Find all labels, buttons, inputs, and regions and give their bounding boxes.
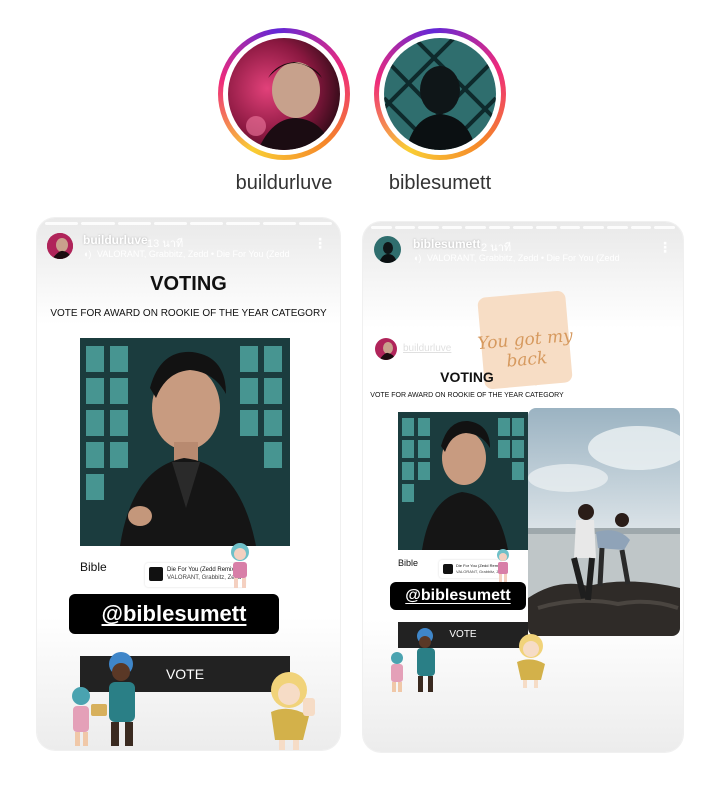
story-music[interactable]: VALORANT, Grabbitz, Zedd • Die For You (… [97,249,290,259]
candidate-name-label: Bible [398,558,419,568]
avatar-buildurluve [228,38,340,150]
story-card-buildurluve[interactable]: buildurluve 13 นาที ◖) VALORANT, Grabbit… [37,218,340,750]
sticker-blonde-girl-icon [509,632,559,693]
story-avatar[interactable] [374,236,401,263]
sticker-characters-icon [63,650,163,750]
sticker-girl-icon [225,540,255,595]
story-username[interactable]: buildurluve [83,233,148,247]
sticker-blonde-girl-icon [259,670,329,750]
music-waveform-icon [443,564,453,574]
more-vertical-icon[interactable]: ⋮ [658,240,672,254]
music-waveform-icon [149,567,163,581]
candidate-photo [398,412,528,550]
story-avatar[interactable] [47,233,73,259]
voting-subtitle: VOTE FOR AWARD ON ROOKIE OF THE YEAR CAT… [370,392,564,399]
story-ring-buildurluve[interactable] [218,28,350,160]
reshared-avatar[interactable] [375,338,397,360]
avatar-biblesumett [384,38,496,150]
photo-frame-bottom [80,546,290,554]
story-music[interactable]: VALORANT, Grabbitz, Zedd • Die For You (… [427,253,620,263]
music-sticker[interactable]: Die For You (Zedd Remix) VALORANT, Grabb… [439,560,506,578]
story-username[interactable]: biblesumett [413,237,480,251]
mention-sticker[interactable]: @biblesumett [390,582,526,610]
voting-title: VOTING [150,273,227,295]
mention-sticker[interactable]: @biblesumett [69,594,279,634]
voting-title: VOTING [440,369,494,385]
voting-subtitle: VOTE FOR AWARD ON ROOKIE OF THE YEAR CAT… [50,308,327,319]
username-buildurluve[interactable]: buildurluve [204,172,364,195]
more-vertical-icon[interactable]: ⋮ [313,236,327,250]
story-ring-biblesumett[interactable] [374,28,506,160]
speaker-icon: ◖) [83,249,92,259]
reshared-username[interactable]: buildurluve [403,343,451,354]
candidate-name-label: Bible [80,560,107,574]
speaker-icon: ◖) [413,253,422,263]
beach-photo [528,408,680,636]
username-biblesumett[interactable]: biblesumett [360,172,520,195]
story-card-biblesumett[interactable]: biblesumett 2 นาที ◖) VALORANT, Grabbitz… [363,222,683,752]
story-progress-bars [45,222,332,225]
story-progress-bars [371,226,675,229]
candidate-photo [80,338,290,546]
sticker-characters-icon [385,626,451,699]
